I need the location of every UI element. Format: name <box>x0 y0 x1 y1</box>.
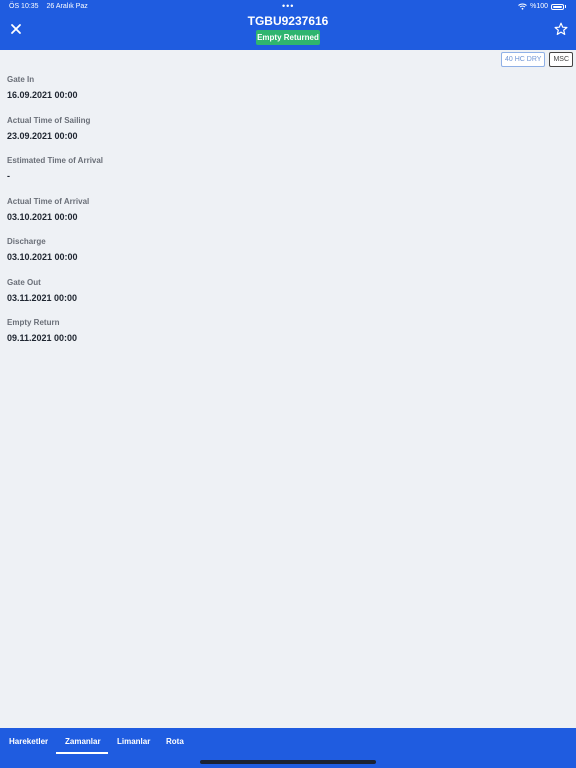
event-value: 03.10.2021 00:00 <box>7 211 78 222</box>
event-value: 03.11.2021 00:00 <box>7 292 78 303</box>
favorite-button[interactable] <box>553 21 569 37</box>
tab-zamanlar[interactable]: Zamanlar <box>65 737 101 746</box>
event-label: Empty Return <box>7 318 60 327</box>
timeline-event: Discharge 03.10.2021 00:00 <box>7 236 103 277</box>
header-bar: ÖS 10:35 26 Aralık Paz ••• %100 TGBU9237… <box>0 0 576 50</box>
status-left: ÖS 10:35 26 Aralık Paz <box>9 3 94 10</box>
event-label: Actual Time of Arrival <box>7 196 90 206</box>
event-label: Actual Time of Sailing <box>7 115 91 125</box>
home-indicator[interactable] <box>200 760 376 764</box>
timeline-list: Gate In 16.09.2021 00:00 Actual Time of … <box>7 74 103 358</box>
star-icon <box>554 22 568 35</box>
event-value: 09.11.2021 00:00 <box>7 333 78 343</box>
event-value: 16.09.2021 00:00 <box>7 90 78 100</box>
event-label: Estimated Time of Arrival <box>7 156 104 165</box>
status-right: %100 <box>518 3 566 10</box>
battery-percent: %100 <box>530 3 548 10</box>
container-type-tag: 40 HC DRY <box>500 52 546 67</box>
status-bar: ÖS 10:35 26 Aralık Paz ••• %100 <box>0 0 576 14</box>
tab-rota[interactable]: Rota <box>166 737 184 746</box>
event-label: Discharge <box>7 237 46 246</box>
timeline-event: Estimated Time of Arrival - <box>7 155 103 196</box>
event-label: Gate In <box>7 75 35 84</box>
wifi-icon <box>518 3 527 10</box>
container-tags: 40 HC DRY MSC <box>500 52 573 67</box>
carrier-tag: MSC <box>549 52 573 67</box>
timeline-event: Gate Out 03.11.2021 00:00 <box>7 277 103 318</box>
timeline-event: Actual Time of Sailing 23.09.2021 00:00 <box>7 115 103 156</box>
timeline-event: Empty Return 09.11.2021 00:00 <box>7 317 103 358</box>
timeline-event: Actual Time of Arrival 03.10.2021 00:00 <box>7 196 103 237</box>
page-title: TGBU9237616 <box>247 14 329 28</box>
status-date: 26 Aralık Paz <box>46 3 88 10</box>
event-label: Gate Out <box>7 277 41 287</box>
tab-hareketler[interactable]: Hareketler <box>9 737 48 746</box>
battery-icon <box>551 3 564 10</box>
active-tab-indicator <box>56 752 108 754</box>
event-value: 03.10.2021 00:00 <box>7 252 78 262</box>
event-value: 23.09.2021 00:00 <box>7 130 78 141</box>
timeline-event: Gate In 16.09.2021 00:00 <box>7 74 103 115</box>
tab-limanlar[interactable]: Limanlar <box>117 737 150 746</box>
multitasking-dots[interactable]: ••• <box>282 1 294 11</box>
status-time: ÖS 10:35 <box>9 3 39 10</box>
event-value: - <box>7 171 10 181</box>
battery-tip <box>565 5 566 8</box>
status-badge: Empty Returned <box>256 30 320 45</box>
